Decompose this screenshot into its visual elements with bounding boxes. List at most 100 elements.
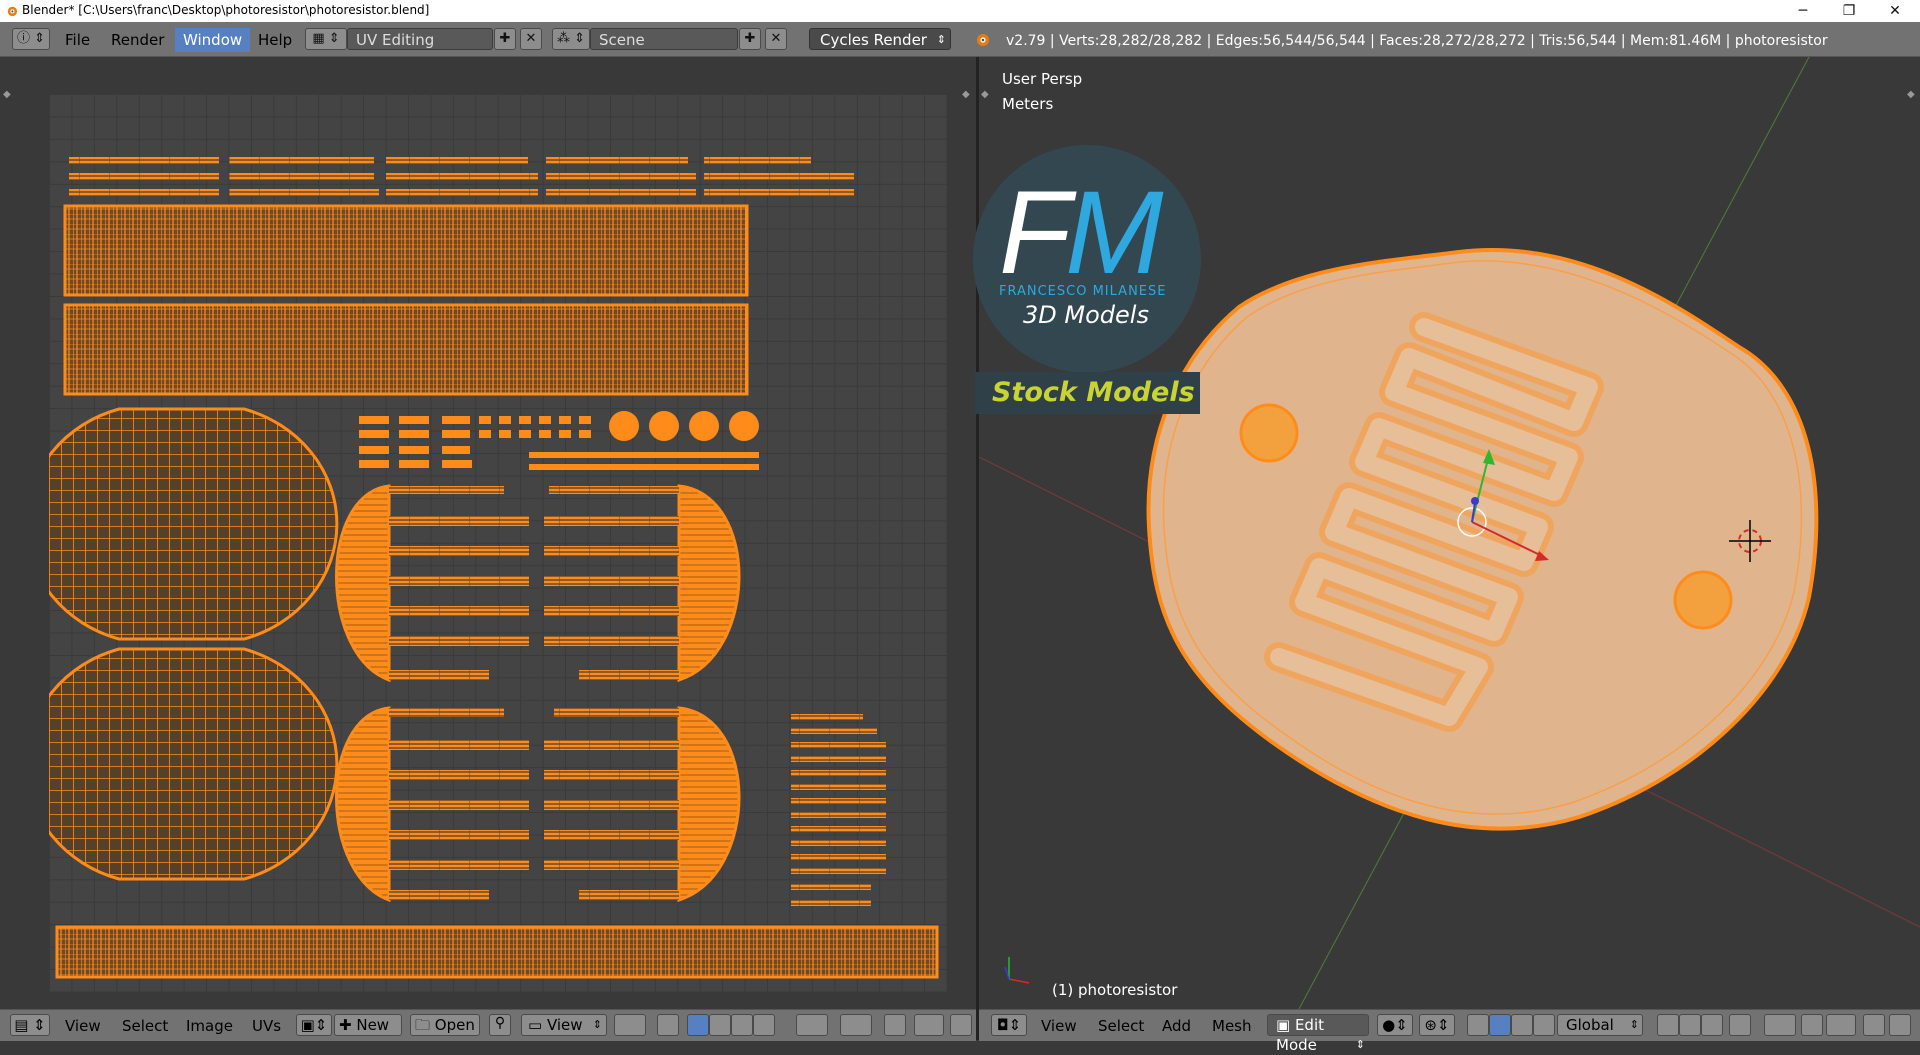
uv-menu-view[interactable]: View [65,1017,101,1035]
3d-view-icon: ◘⇕ [996,1016,1022,1034]
render-engine-select[interactable]: Cycles Render ⇕ [809,28,951,50]
edge-select-mode-icon[interactable] [1679,1014,1701,1036]
face-select-mode-icon[interactable] [731,1014,753,1036]
3d-menu-view[interactable]: View [1041,1017,1077,1035]
add-layout-button[interactable]: ✚ [494,28,516,50]
interaction-mode-select[interactable]: ▣ Edit Mode ⇕ [1267,1014,1369,1054]
maximize-button[interactable]: ❐ [1826,0,1872,22]
info-icon: ⓘ ⇕ [16,31,46,46]
region-toggle-left-icon[interactable]: ◆ [3,89,11,100]
snap-element-select[interactable] [1826,1014,1856,1036]
pivot-point-select[interactable]: ⊛⇕ [1419,1014,1455,1036]
open-image-button[interactable]: 🗀 Open [410,1014,480,1036]
cursor-tool-icon[interactable] [657,1014,679,1036]
updown-arrow-icon: ⇕ [1355,1038,1365,1051]
pin-icon: ⚲ [494,1015,506,1031]
menu-window[interactable]: Window [175,28,251,52]
scene-field[interactable]: Scene [590,28,738,50]
face-select-mode-icon[interactable] [1701,1014,1723,1036]
close-button[interactable]: ✕ [1872,0,1918,22]
scene-statistics: v2.79 | Verts:28,282/28,282 | Edges:56,5… [1006,33,1828,49]
delete-layout-button[interactable]: ✕ [520,28,542,50]
translate-manipulator-icon[interactable] [1489,1014,1511,1036]
logo-letter-m: M [1065,167,1163,299]
active-object-label: (1) photoresistor [1052,981,1178,999]
uv-island-body-1 [63,204,749,297]
editor-type-button[interactable]: ▤ ⇕ [10,1014,50,1036]
edge-select-mode-icon[interactable] [709,1014,731,1036]
plus-icon: ✚ [499,31,511,46]
uv-menu-uvs[interactable]: UVs [252,1017,281,1035]
pivot-icon: ⊛⇕ [1424,1016,1450,1034]
uv-islands [24,157,939,979]
editor-type-button[interactable]: ◘⇕ [991,1014,1027,1036]
delete-scene-button[interactable]: ✕ [765,28,787,50]
view-mode-label: View [546,1016,583,1034]
updown-arrow-icon: ⇕ [1629,1018,1639,1031]
uv-grid[interactable] [24,94,947,992]
viewport-shading-select[interactable]: ●⇕ [1377,1014,1413,1036]
browse-image-button[interactable]: ▣⇕ [296,1014,332,1036]
info-header: ⓘ ⇕ File Render Window Help ▦ ⇕ UV Editi… [0,22,1920,57]
view-units-label: Meters [1002,95,1054,113]
rotate-manipulator-icon[interactable] [1511,1014,1533,1036]
blender-logo-icon [7,6,18,17]
vertex-select-mode-icon[interactable] [1657,1014,1679,1036]
scene-icon: ⁂ ⇕ [556,31,586,46]
new-image-button[interactable]: ✚ New [334,1014,402,1036]
uv-menu-select[interactable]: Select [122,1017,168,1035]
3d-menu-select[interactable]: Select [1098,1017,1144,1035]
minimize-button[interactable]: ─ [1780,0,1826,22]
pivot-select[interactable] [614,1014,646,1036]
proportional-edit-select[interactable] [1764,1014,1796,1036]
region-toggle-left-icon[interactable]: ◆ [981,89,989,100]
watermark-logo: FM FRANCESCO MILANESE 3D Models [973,145,1201,373]
add-scene-button[interactable]: ✚ [739,28,761,50]
menu-help[interactable]: Help [258,31,292,49]
view-mode-select[interactable]: ▭ View ⇕ [521,1014,607,1036]
render-engine-label: Cycles Render [820,31,927,49]
region-toggle-right-icon[interactable]: ◆ [962,89,970,100]
vertex-select-mode-icon[interactable] [687,1014,709,1036]
plus-icon: ✚ [339,1016,357,1034]
3d-menu-mesh[interactable]: Mesh [1212,1017,1252,1035]
stock-models-banner: Stock Models [975,372,1200,414]
image-browse-icon: ▣⇕ [300,1016,328,1034]
region-toggle-right-icon[interactable]: ◆ [1907,89,1915,100]
pin-image-button[interactable]: ⚲ [489,1014,511,1036]
snap-toggle-icon[interactable] [884,1014,906,1036]
menu-file[interactable]: File [65,31,90,49]
open-image-label: Open [434,1016,475,1034]
mini-axes [1004,957,1030,984]
3d-menu-add[interactable]: Add [1162,1017,1191,1035]
close-icon: ✕ [770,31,782,46]
snap-element-select[interactable] [914,1014,944,1036]
3d-view-header: ◘⇕ View Select Add Mesh ▣ Edit Mode ⇕ ●⇕ … [979,1009,1920,1054]
view-perspective-label: User Persp [1002,70,1083,88]
screen-layout-field[interactable]: UV Editing [347,28,493,50]
uv-menu-image[interactable]: Image [186,1017,233,1035]
thin-strips [69,157,854,196]
uv-island-sphere-top [24,407,339,641]
screen-layout-button[interactable]: ▦ ⇕ [305,28,347,50]
camera-icon[interactable] [1889,1014,1911,1036]
limit-selection-visible-icon[interactable] [1729,1014,1751,1036]
proportional-edit-select[interactable] [840,1014,872,1036]
blender-logo-icon [977,34,989,46]
render-slot-icon[interactable] [950,1014,972,1036]
editor-type-info-button[interactable]: ⓘ ⇕ [12,28,50,50]
close-icon: ✕ [525,31,537,46]
menu-render[interactable]: Render [111,31,164,49]
sticky-selection-select[interactable] [796,1014,828,1036]
edit-mode-icon: ▣ [1276,1016,1295,1034]
folder-icon: 🗀 [415,1016,435,1034]
transform-orientation-select[interactable]: Global ⇕ [1557,1014,1643,1036]
stock-models-label: Stock Models [992,377,1195,408]
render-preview-icon[interactable] [1863,1014,1885,1036]
scene-browse-button[interactable]: ⁂ ⇕ [552,28,590,50]
updown-arrow-icon: ⇕ [936,33,946,46]
scale-manipulator-icon[interactable] [1533,1014,1555,1036]
island-select-mode-icon[interactable] [753,1014,775,1036]
manipulator-toggle-icon[interactable] [1467,1014,1489,1036]
snap-toggle-icon[interactable] [1801,1014,1823,1036]
